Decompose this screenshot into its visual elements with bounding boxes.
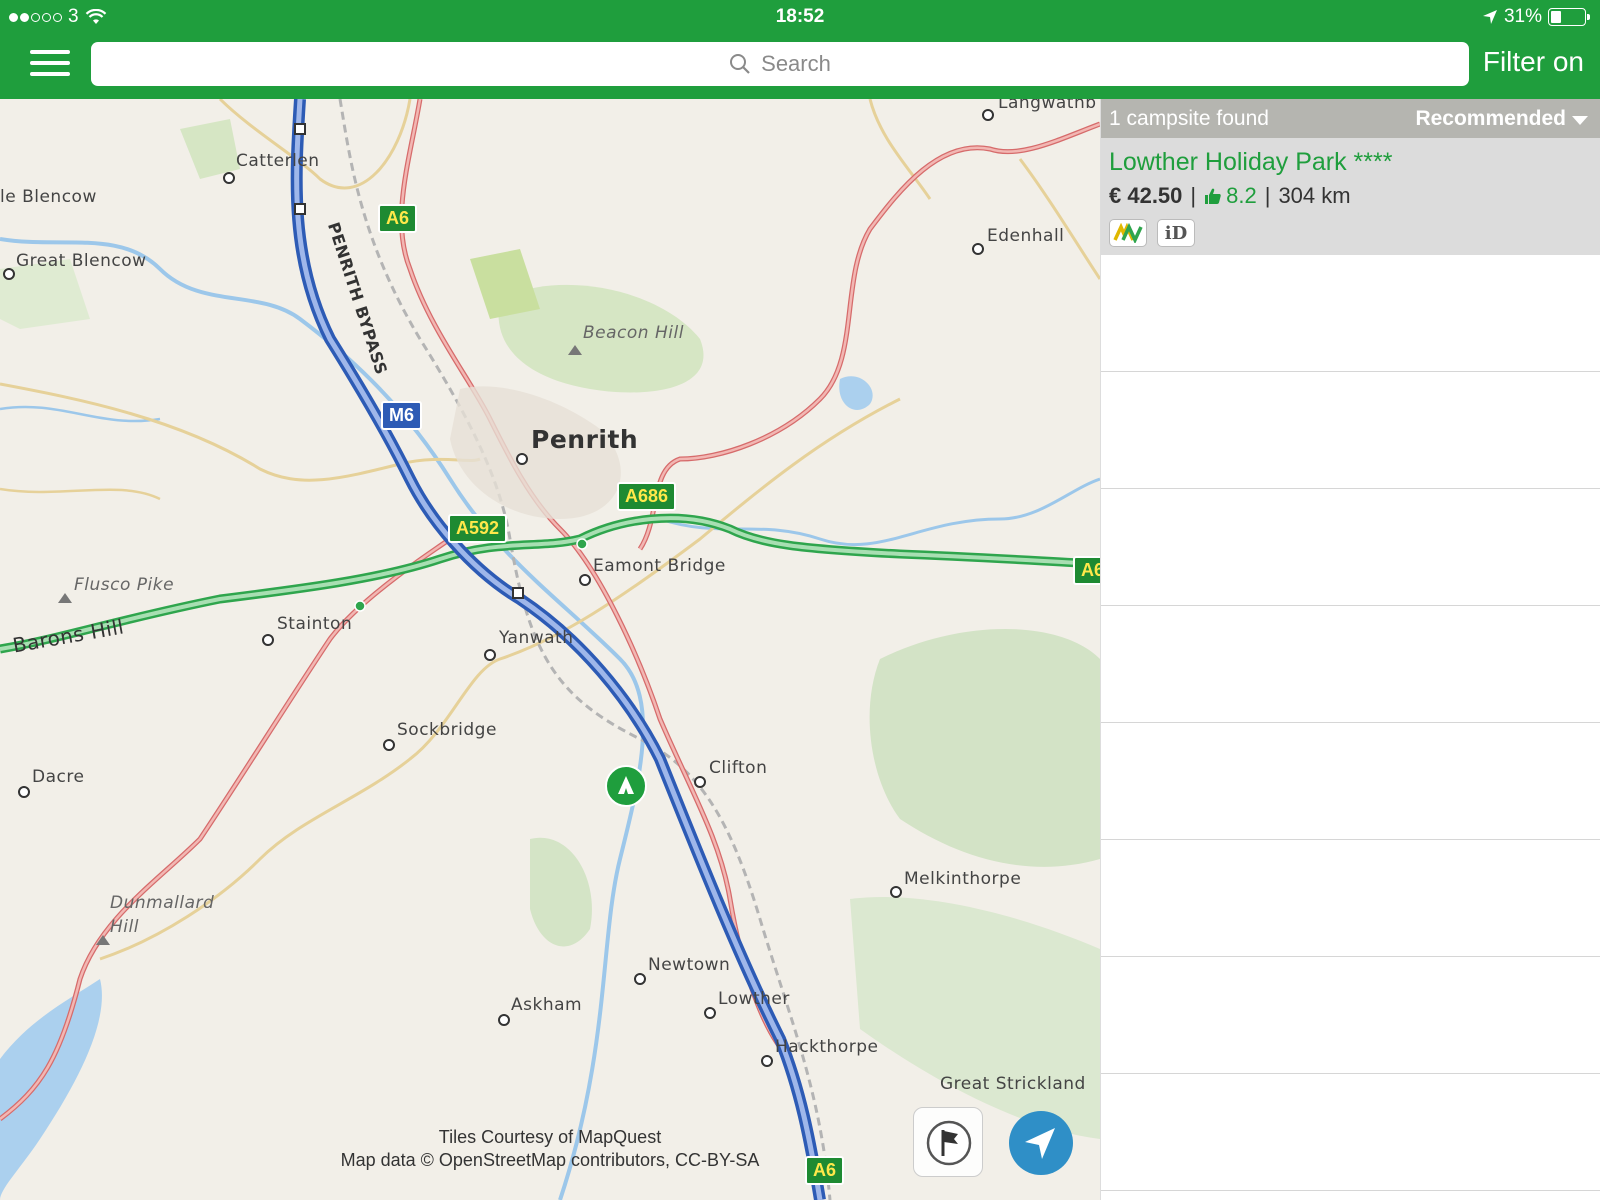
separator: | [1264,183,1271,208]
place-great-blencow: Great Blencow [16,251,147,271]
place-little-blencow: le Blencow [0,187,97,207]
place-dunmallard-hill: Dunmallard Hill [110,893,215,937]
locate-me-button[interactable] [1009,1111,1073,1175]
location-arrow-icon [1482,10,1497,24]
place-hackthorpe: Hackthorpe [775,1037,879,1057]
campsite-distance: 304 km [1278,183,1351,208]
place-eamont-bridge: Eamont Bridge [593,556,726,576]
road-shield-m6: M6 [381,401,423,430]
empty-list-row [1101,1074,1600,1191]
empty-list-row [1101,606,1600,723]
id-badge-icon: iD [1157,219,1195,247]
empty-list-row [1101,957,1600,1074]
sort-label: Recommended [1415,106,1566,130]
top-bar: Search Filter on [0,32,1600,99]
campsite-list-item[interactable]: Lowther Holiday Park **** € 42.50 | 8.2 … [1101,138,1600,255]
chevron-down-icon [1572,116,1588,125]
campsite-rating: 8.2 [1204,183,1257,209]
place-dacre: Dacre [32,767,85,787]
campsite-badges: iD [1109,219,1592,247]
thumbs-up-icon [1205,188,1221,204]
sort-dropdown[interactable]: Recommended [1415,107,1588,131]
campsite-rating-value: 8.2 [1226,183,1257,208]
filter-button[interactable]: Filter on [1483,46,1584,78]
road-shield-a66-east: A6 [1073,556,1100,585]
place-sockbridge: Sockbridge [397,720,497,740]
place-catterlen: Catterlen [236,151,320,171]
empty-list-row [1101,723,1600,840]
empty-list-row [1101,840,1600,957]
results-header: 1 campsite found Recommended [1101,99,1600,138]
battery-icon [1548,8,1590,26]
place-beacon-hill: Beacon Hill [583,323,684,343]
clock: 18:52 [775,6,825,27]
flag-icon [926,1120,972,1166]
place-newtown: Newtown [648,955,731,975]
results-panel: 1 campsite found Recommended Lowther Hol… [1100,99,1600,1200]
campsite-price: € 42.50 [1109,183,1183,208]
place-flusco-pike: Flusco Pike [74,575,175,595]
hamburger-menu-icon[interactable] [30,50,70,80]
campsite-name: Lowther Holiday Park **** [1109,148,1393,176]
place-clifton: Clifton [709,758,768,778]
campsite-meta: € 42.50 | 8.2 | 304 km [1109,183,1592,209]
search-placeholder: Search [761,51,831,76]
place-langwathby: Langwathb [998,99,1097,113]
flag-button[interactable] [913,1107,983,1177]
place-edenhall: Edenhall [987,226,1065,246]
place-great-strickland: Great Strickland [940,1074,1086,1094]
results-count: 1 campsite found [1109,106,1269,130]
place-penrith: Penrith [531,425,639,454]
map-canvas [0,99,1100,1200]
navigation-arrow-icon [1025,1128,1055,1159]
empty-list-row [1101,489,1600,606]
road-shield-a686: A686 [617,482,677,511]
acsi-logo-icon [1109,219,1147,247]
place-melkinthorpe: Melkinthorpe [904,869,1022,889]
separator: | [1190,183,1197,208]
search-input[interactable]: Search [91,42,1469,86]
battery-percent: 31% [1503,6,1542,27]
map-view[interactable]: Catterlen le Blencow Great Blencow PENRI… [0,99,1100,1200]
campsite-marker[interactable] [605,765,647,807]
battery-level [1551,11,1561,23]
search-icon [730,54,750,74]
place-askham: Askham [511,995,583,1015]
empty-list-row [1101,255,1600,372]
status-right: 31% [1482,6,1590,28]
empty-list-row [1101,372,1600,489]
tent-icon [618,776,634,794]
place-lowther: Lowther [718,989,790,1009]
place-yanwath: Yanwath [499,628,574,648]
status-bar: 3 18:52 31% [0,0,1600,32]
place-stainton: Stainton [277,614,353,634]
road-shield-a6-north: A6 [378,204,418,233]
road-shield-a592: A592 [448,514,508,543]
